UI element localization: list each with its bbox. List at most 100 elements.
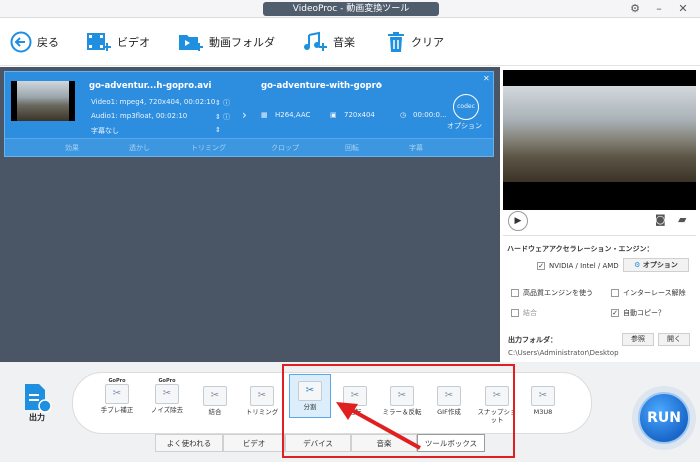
- merge-checkbox[interactable]: 結合: [511, 308, 537, 318]
- hw-option-label: オプション: [642, 261, 678, 269]
- tool-split[interactable]: 分割: [289, 374, 331, 418]
- tool-m3u8[interactable]: M3U8: [522, 378, 564, 430]
- tab-music[interactable]: 音楽: [351, 434, 417, 452]
- subtitle-dropdown-icon[interactable]: ⇕: [215, 126, 221, 134]
- tool-mirror-flip-label: ミラー＆反転: [382, 408, 422, 416]
- preview-panel: ▶ ◙ ▰ ハードウェアアクセラレーション・エンジン： ✓ NVIDIA / In…: [500, 67, 700, 362]
- remove-task-icon[interactable]: ✕: [483, 74, 490, 83]
- hq-engine-checkbox[interactable]: 高品質エンジンを使う: [511, 288, 593, 298]
- audio-stream-dropdown-icon[interactable]: ⇕ ⓘ: [215, 112, 230, 122]
- back-label: 戻る: [37, 36, 59, 49]
- add-folder-button[interactable]: 動画フォルダ: [178, 28, 275, 56]
- hw-accel-title: ハードウェアアクセラレーション・エンジン：: [507, 245, 654, 253]
- settings-icon[interactable]: ⚙: [628, 2, 642, 16]
- edit-name-icon[interactable]: ✎: [377, 81, 383, 89]
- source-filename: go-adventur...h-gopro.avi: [89, 81, 212, 91]
- add-video-label: ビデオ: [117, 36, 150, 49]
- crop-tool[interactable]: クロップ: [271, 143, 299, 153]
- video-preview: [503, 70, 696, 210]
- minimize-icon[interactable]: –: [652, 2, 666, 16]
- film-plus-icon: [87, 33, 111, 51]
- convert-arrow-icon: ›: [242, 108, 247, 122]
- trim-tool[interactable]: トリミング: [191, 143, 226, 153]
- codec-option-label[interactable]: オプション: [447, 121, 482, 131]
- add-music-button[interactable]: 音楽: [302, 28, 355, 56]
- trim-icon: [250, 386, 274, 406]
- play-icon[interactable]: ▶: [508, 211, 528, 231]
- back-button[interactable]: 戻る: [10, 28, 59, 56]
- open-folder-icon[interactable]: ▰: [678, 213, 686, 226]
- output-path: C:\Users\Administrator\Desktop: [508, 349, 619, 357]
- tool-rotate[interactable]: 回転: [334, 378, 376, 430]
- add-folder-label: 動画フォルダ: [209, 36, 275, 49]
- video-stream-info: Video1: mpeg4, 720x404, 00:02:10: [91, 98, 216, 106]
- rotate-tool[interactable]: 回転: [345, 143, 359, 153]
- tool-snapshot-label: スナップショット: [477, 408, 517, 424]
- tool-denoise[interactable]: GoPro ノイズ除去: [146, 378, 188, 430]
- snapshot-camera-icon[interactable]: ◙: [655, 213, 666, 226]
- back-arrow-icon: [10, 31, 32, 53]
- preview-frame: [503, 86, 696, 182]
- tool-trim-label: トリミング: [245, 408, 279, 416]
- tool-deshake[interactable]: GoPro 手ブレ補正: [96, 378, 138, 430]
- task-item[interactable]: go-adventur...h-gopro.avi Video1: mpeg4,…: [4, 71, 494, 157]
- add-video-button[interactable]: ビデオ: [86, 28, 150, 56]
- resolution-icon: ▣: [330, 111, 337, 119]
- denoise-icon: [155, 384, 179, 404]
- nvidia-checkbox[interactable]: ✓ NVIDIA / Intel / AMD: [537, 262, 619, 270]
- main-toolbar: 戻る ビデオ 動画フォルダ 音楽 クリア: [0, 18, 700, 66]
- gif-icon: [437, 386, 461, 406]
- codec-option-icon[interactable]: codec: [453, 94, 479, 120]
- checkbox-empty-icon: [611, 289, 619, 297]
- output-label: 出力: [29, 413, 45, 422]
- bottom-panel: 出力 ‹ › GoPro 手ブレ補正 GoPro ノイズ除去 結合 トリミング …: [0, 362, 700, 462]
- tool-split-label: 分割: [303, 403, 317, 411]
- checkbox-empty-icon: [511, 309, 519, 317]
- tool-gif-label: GIF作成: [437, 408, 461, 416]
- window-title: VideoProc - 動画変換ツール: [263, 2, 439, 16]
- tool-snapshot[interactable]: スナップショット: [476, 378, 518, 430]
- video-thumbnail: [11, 81, 75, 121]
- close-window-icon[interactable]: ✕: [676, 2, 690, 16]
- output-file-icon: [25, 384, 52, 413]
- subtitle-info: 字幕なし: [91, 127, 119, 135]
- tool-trim[interactable]: トリミング: [241, 378, 283, 430]
- checkbox-checked-icon: ✓: [611, 309, 619, 317]
- checkbox-empty-icon: [511, 289, 519, 297]
- hq-engine-label: 高品質エンジンを使う: [523, 289, 593, 297]
- folder-plus-icon: [179, 35, 203, 51]
- tab-popular[interactable]: よく使われる: [155, 434, 223, 452]
- output-filename[interactable]: go-adventure-with-gopro: [261, 81, 382, 91]
- tool-rotate-label: 回転: [348, 408, 362, 416]
- effect-tool[interactable]: 効果: [65, 143, 79, 153]
- output-format-button[interactable]: 出力: [17, 382, 57, 422]
- deinterlace-label: インターレース解除: [623, 289, 686, 297]
- deinterlace-checkbox[interactable]: インターレース解除: [611, 288, 686, 298]
- deshake-icon: [105, 384, 129, 404]
- film-icon: ▦: [261, 111, 268, 119]
- run-label: RUN: [638, 392, 690, 444]
- tab-toolbox[interactable]: ツールボックス: [417, 434, 485, 452]
- clock-icon: ◷: [400, 111, 407, 119]
- output-codec: H264,AAC: [275, 111, 311, 119]
- video-stream-dropdown-icon[interactable]: ⇕ ⓘ: [215, 98, 230, 108]
- open-button[interactable]: 開く: [658, 333, 690, 346]
- tool-deshake-label: 手ブレ補正: [100, 406, 134, 414]
- tool-merge[interactable]: 結合: [194, 378, 236, 430]
- browse-button[interactable]: 参照: [622, 333, 654, 346]
- subtitle-tool[interactable]: 字幕: [409, 143, 423, 153]
- title-bar: VideoProc - 動画変換ツール ⚙ – ✕: [0, 0, 700, 18]
- tool-gif[interactable]: GIF作成: [428, 378, 470, 430]
- hw-option-button[interactable]: ⚙ オプション: [623, 258, 689, 272]
- run-button[interactable]: RUN: [632, 386, 696, 450]
- watermark-tool[interactable]: 透かし: [129, 143, 150, 153]
- merge-icon: [203, 386, 227, 406]
- snapshot-icon: [485, 386, 509, 406]
- tab-video[interactable]: ビデオ: [223, 434, 285, 452]
- tool-mirror-flip[interactable]: ミラー＆反転: [381, 378, 423, 430]
- auto-copy-checkbox[interactable]: ✓ 自動コピー？: [611, 308, 665, 318]
- auto-copy-label: 自動コピー？: [623, 309, 665, 317]
- output-duration: 00:00:0...: [413, 111, 447, 119]
- tab-device[interactable]: デバイス: [285, 434, 351, 452]
- clear-button[interactable]: クリア: [386, 28, 444, 56]
